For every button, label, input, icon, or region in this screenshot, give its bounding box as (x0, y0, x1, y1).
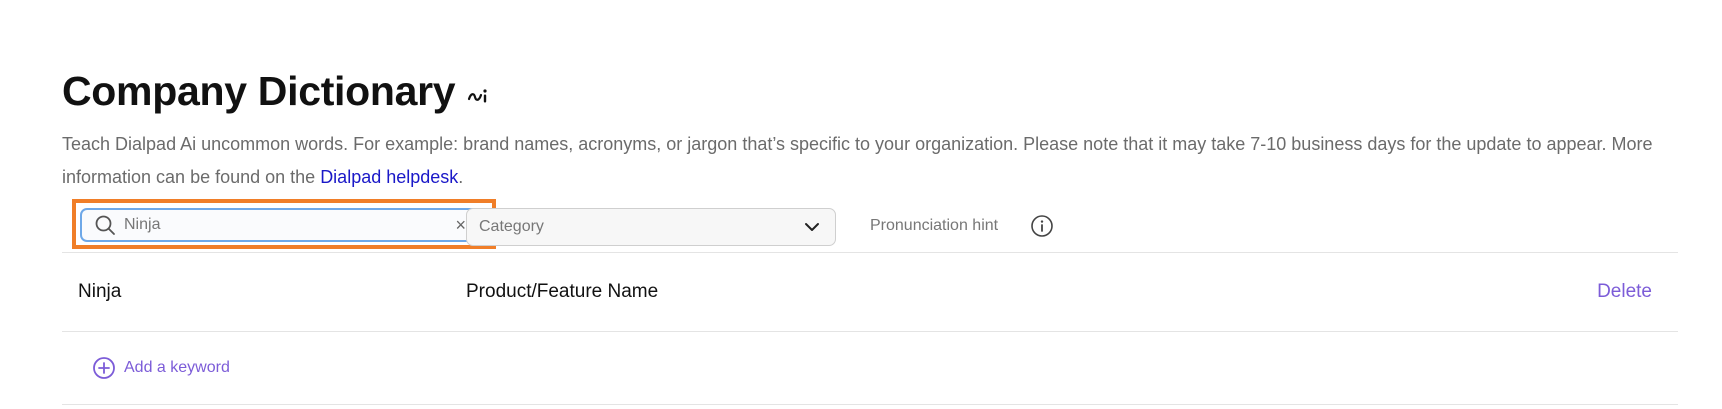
delete-button[interactable]: Delete (1597, 281, 1652, 303)
ai-sparkle-icon (468, 89, 487, 103)
add-keyword-button[interactable]: Add a keyword (92, 356, 230, 380)
company-dictionary-page: Company Dictionary Teach Dialpad Ai unco… (62, 0, 1678, 409)
description-suffix: . (458, 167, 464, 187)
page-title: Company Dictionary (62, 68, 456, 114)
search-input[interactable] (124, 216, 394, 234)
helpdesk-link[interactable]: Dialpad helpdesk (320, 167, 458, 187)
info-icon[interactable] (1030, 214, 1054, 238)
add-keyword-label: Add a keyword (124, 359, 230, 376)
search-box[interactable]: × (80, 208, 488, 242)
page-description: Teach Dialpad Ai uncommon words. For exa… (62, 128, 1682, 194)
search-icon (95, 215, 115, 235)
title-row: Company Dictionary (62, 66, 489, 116)
category-cell: Product/Feature Name (466, 281, 659, 302)
table-row: Ninja Product/Feature Name Delete (62, 253, 1678, 332)
dictionary-toolbar: × Category Pronunciation hint (62, 198, 1678, 253)
pronunciation-hint-label: Pronunciation hint (870, 217, 999, 234)
add-keyword-row: Add a keyword (62, 332, 1678, 405)
chevron-down-icon (805, 223, 819, 231)
category-select[interactable]: Category (466, 208, 836, 246)
category-placeholder: Category (479, 218, 544, 235)
plus-circle-icon (93, 357, 115, 379)
clear-search-icon[interactable]: × (455, 216, 466, 234)
keyword-cell: Ninja (78, 281, 122, 302)
description-text: Teach Dialpad Ai uncommon words. For exa… (62, 134, 1653, 187)
